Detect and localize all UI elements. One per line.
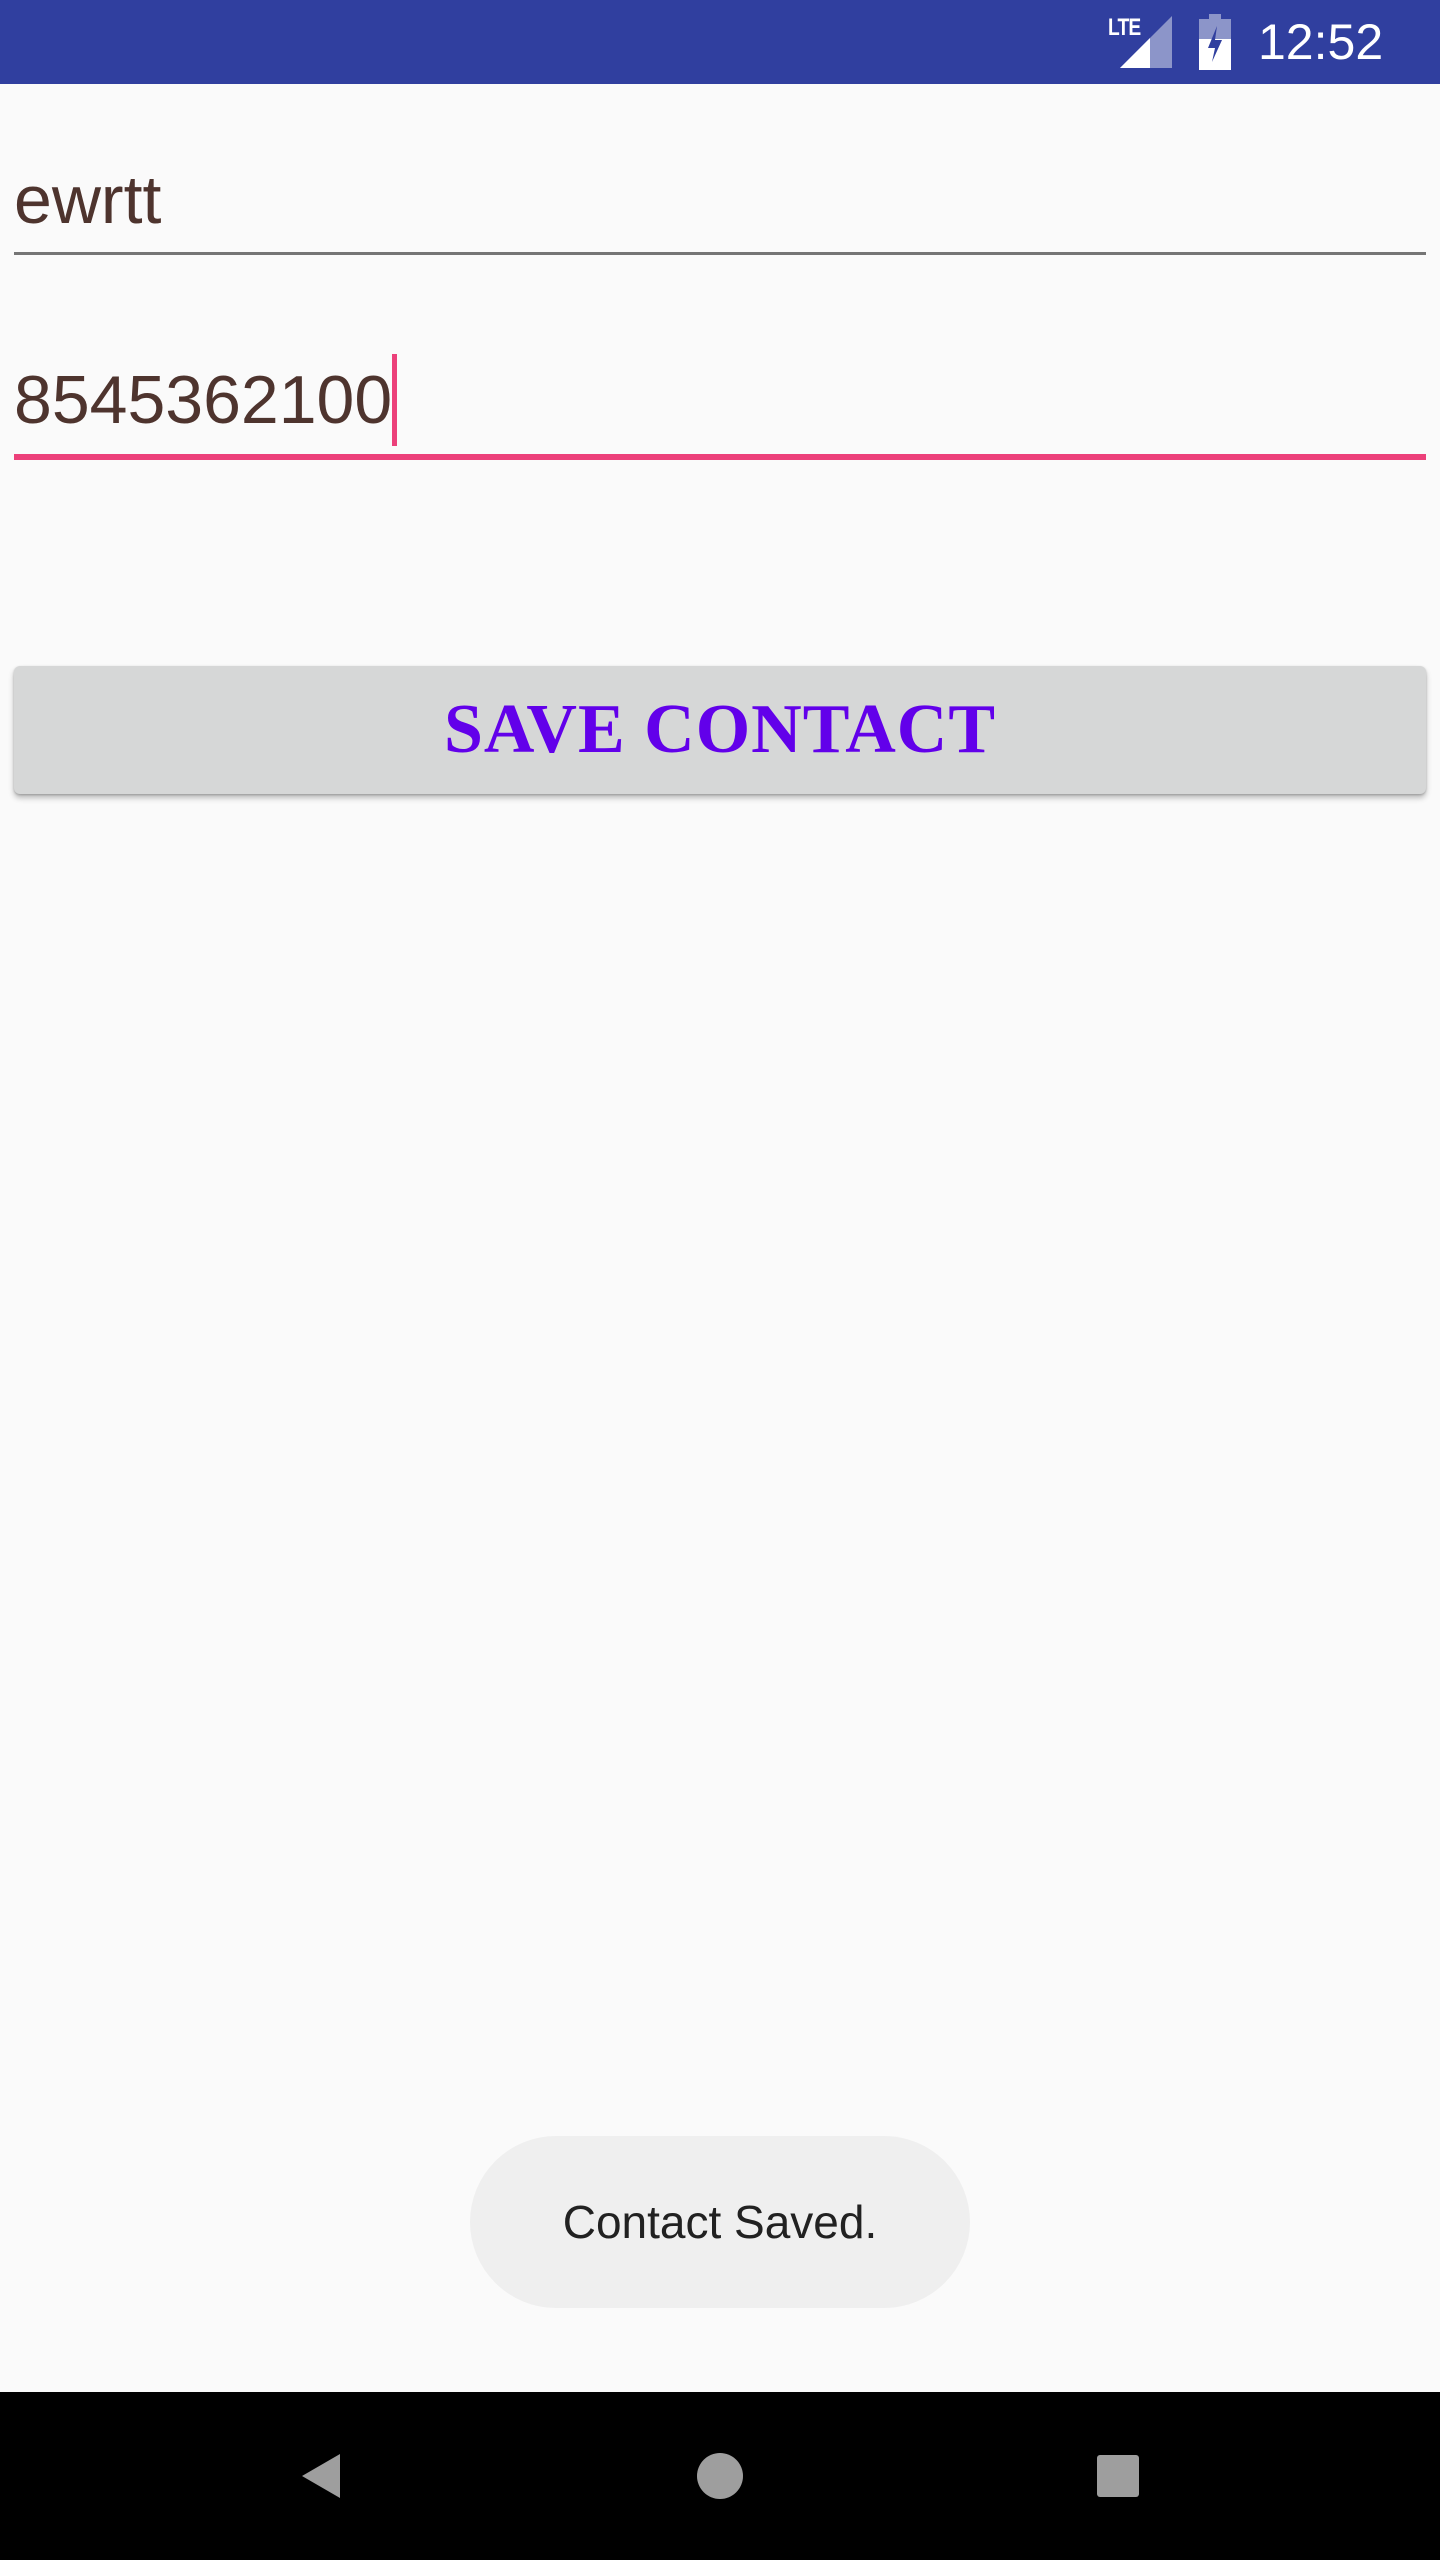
recents-square-icon: [1097, 2455, 1139, 2497]
nav-recents-button[interactable]: [1078, 2436, 1158, 2516]
phone-field[interactable]: 8545362100: [14, 354, 1426, 470]
phone-field-underline: [14, 454, 1426, 460]
toast-message: Contact Saved.: [562, 2196, 878, 2248]
nav-home-button[interactable]: [680, 2436, 760, 2516]
phone-field-wrapper: 8545362100: [14, 354, 398, 446]
save-contact-label: SAVE CONTACT: [443, 691, 997, 768]
status-bar: LTE 12:52: [0, 0, 1440, 84]
navigation-bar: [0, 2392, 1440, 2560]
phone-field-value: 8545362100: [14, 362, 393, 438]
name-field-underline: [14, 252, 1426, 255]
home-circle-icon: [697, 2453, 743, 2499]
name-field-value: ewrtt: [14, 162, 162, 238]
nav-back-button[interactable]: [282, 2436, 362, 2516]
text-cursor: [392, 354, 398, 446]
back-triangle-icon: [302, 2454, 340, 2498]
toast-notification: Contact Saved.: [470, 2136, 970, 2308]
name-field[interactable]: ewrtt: [14, 160, 1426, 260]
save-contact-button[interactable]: SAVE CONTACT: [14, 666, 1426, 794]
battery-charging-icon: [1199, 14, 1231, 70]
app-screen: LTE 12:52 ewrtt 8545362100 SAVE CONTACT …: [0, 0, 1440, 2560]
cell-signal-icon: [1120, 16, 1172, 68]
status-clock: 12:52: [1258, 14, 1384, 70]
